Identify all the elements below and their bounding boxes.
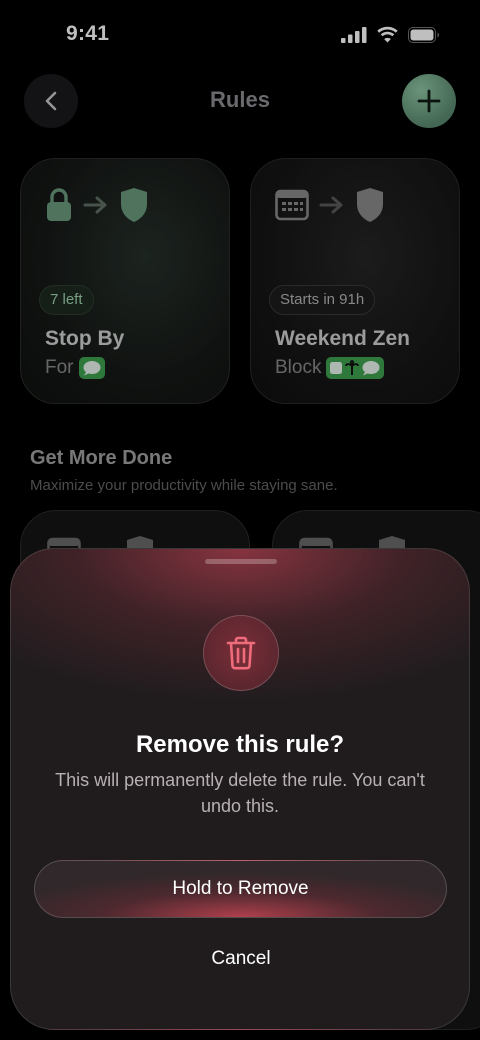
cancel-button[interactable]: Cancel [161,939,321,979]
hold-to-remove-button[interactable]: Hold to Remove [34,860,447,918]
sheet-message: This will permanently delete the rule. Y… [55,770,425,816]
sheet-handle[interactable] [205,559,277,564]
trash-icon [226,636,256,670]
remove-rule-sheet: Remove this rule? This will permanently … [10,548,470,1030]
sheet-title: Remove this rule? [135,731,345,758]
trash-badge [203,615,279,691]
